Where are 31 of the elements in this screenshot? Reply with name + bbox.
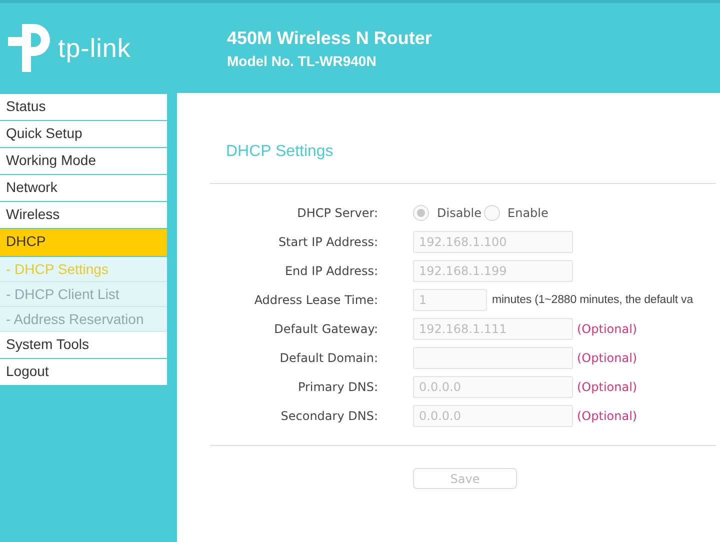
menu-item[interactable]: Quick Setup [0,121,167,147]
logo-icon [8,24,52,72]
submenu-item[interactable]: - DHCP Settings [0,257,167,282]
optional-note: (Optional) [577,351,638,365]
menu-item[interactable]: Network [0,175,167,201]
field-label: Address Lease Time: [253,293,379,307]
optional-note: (Optional) [577,380,638,394]
logo-text: tp-link [58,32,131,64]
field-label: End IP Address: [284,264,379,278]
model-number: Model No. TL-WR940N [227,52,378,68]
submenu-item[interactable]: - DHCP Client List [0,282,167,307]
field-label: Default Domain: [278,351,379,365]
menu-item[interactable]: Status [0,94,167,120]
field-label: Secondary DNS: [280,409,379,423]
field-label: DHCP Server: [296,206,379,220]
menu-item[interactable]: Logout [0,359,167,385]
optional-note: (Optional) [577,322,638,336]
radio-label: Enable [508,206,548,220]
field-label: Start IP Address: [277,235,379,249]
menu-item[interactable]: Working Mode [0,148,167,174]
optional-note: (Optional) [577,409,638,423]
menu-item[interactable]: DHCP [0,229,167,256]
radio-label: Disable [437,206,482,220]
menu-item[interactable]: System Tools [0,332,167,358]
field-label: Default Gateway: [273,322,379,336]
submenu-item[interactable]: - Address Reservation [0,307,167,332]
field-label: Primary DNS: [296,380,379,394]
menu-item[interactable]: Wireless [0,202,167,228]
hint-text: minutes (1~2880 minutes, the default va [492,294,693,306]
product-title: 450M Wireless N Router [227,28,432,48]
page-title: DHCP Settings [226,143,334,160]
